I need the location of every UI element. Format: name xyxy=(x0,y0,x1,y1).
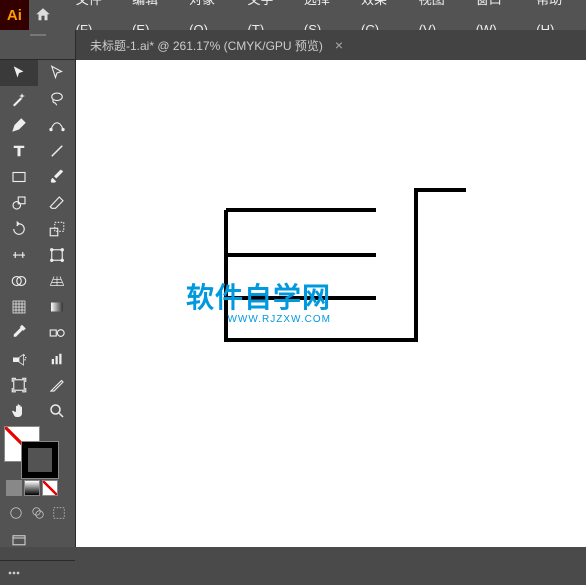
draw-normal[interactable] xyxy=(6,502,26,524)
shape-builder-tool[interactable] xyxy=(0,268,38,294)
perspective-grid-tool[interactable] xyxy=(38,268,76,294)
line-segment-tool[interactable] xyxy=(38,138,76,164)
eyedropper-tool[interactable] xyxy=(0,320,38,346)
color-mode-gradient[interactable] xyxy=(24,480,40,496)
blend-tool[interactable] xyxy=(38,320,76,346)
close-icon[interactable]: × xyxy=(331,37,347,53)
rotate-tool[interactable] xyxy=(0,216,38,242)
direct-selection-tool[interactable] xyxy=(38,60,76,86)
canvas[interactable]: 软件自学网 WWW.RJZXW.COM xyxy=(76,60,586,547)
document-tab-bar: 未标题-1.ai* @ 261.17% (CMYK/GPU 预览) × xyxy=(76,30,586,60)
color-swatches xyxy=(0,424,75,478)
hand-tool[interactable] xyxy=(0,398,38,424)
zoom-tool[interactable] xyxy=(38,398,76,424)
lasso-tool[interactable] xyxy=(38,86,76,112)
tab-title: 未标题-1.ai* @ 261.17% (CMYK/GPU 预览) xyxy=(90,37,323,54)
type-tool[interactable] xyxy=(0,138,38,164)
mesh-tool[interactable] xyxy=(0,294,38,320)
shaper-tool[interactable] xyxy=(0,190,38,216)
watermark: 软件自学网 WWW.RJZXW.COM xyxy=(186,276,331,325)
eraser-tool[interactable] xyxy=(38,190,76,216)
slice-tool[interactable] xyxy=(38,372,76,398)
screen-mode[interactable] xyxy=(0,528,75,554)
toolbox: 未标题-1.ai* @ 261.17% (CMYK/GPU 预览) × xyxy=(0,30,76,547)
edit-toolbar-button[interactable] xyxy=(0,560,75,585)
width-tool[interactable] xyxy=(0,242,38,268)
control-strip xyxy=(0,40,75,60)
scale-tool[interactable] xyxy=(38,216,76,242)
tool-grid xyxy=(0,60,75,424)
magic-wand-tool[interactable] xyxy=(0,86,38,112)
stroke-color-swatch[interactable] xyxy=(22,442,58,478)
draw-modes xyxy=(0,498,75,528)
symbol-sprayer-tool[interactable] xyxy=(0,346,38,372)
app-logo: Ai xyxy=(0,0,29,30)
artboard-tool[interactable] xyxy=(0,372,38,398)
home-icon[interactable] xyxy=(29,0,58,30)
pen-tool[interactable] xyxy=(0,112,38,138)
free-transform-tool[interactable] xyxy=(38,242,76,268)
top-menu-bar: Ai 文件(F) 编辑(E) 对象(O) 文字(T) 选择(S) 效果(C) 视… xyxy=(0,0,586,30)
selection-tool[interactable] xyxy=(0,60,38,86)
toolbox-grip[interactable] xyxy=(0,30,75,40)
color-mode-row xyxy=(0,478,75,498)
gradient-tool[interactable] xyxy=(38,294,76,320)
draw-inside[interactable] xyxy=(49,502,69,524)
draw-behind[interactable] xyxy=(28,502,48,524)
column-graph-tool[interactable] xyxy=(38,346,76,372)
color-mode-solid[interactable] xyxy=(6,480,22,496)
document-tab[interactable]: 未标题-1.ai* @ 261.17% (CMYK/GPU 预览) × xyxy=(80,30,357,60)
rectangle-tool[interactable] xyxy=(0,164,38,190)
watermark-text: 软件自学网 xyxy=(186,276,331,316)
curvature-tool[interactable] xyxy=(38,112,76,138)
paintbrush-tool[interactable] xyxy=(38,164,76,190)
color-mode-none[interactable] xyxy=(42,480,58,496)
watermark-url: WWW.RJZXW.COM xyxy=(227,314,331,325)
